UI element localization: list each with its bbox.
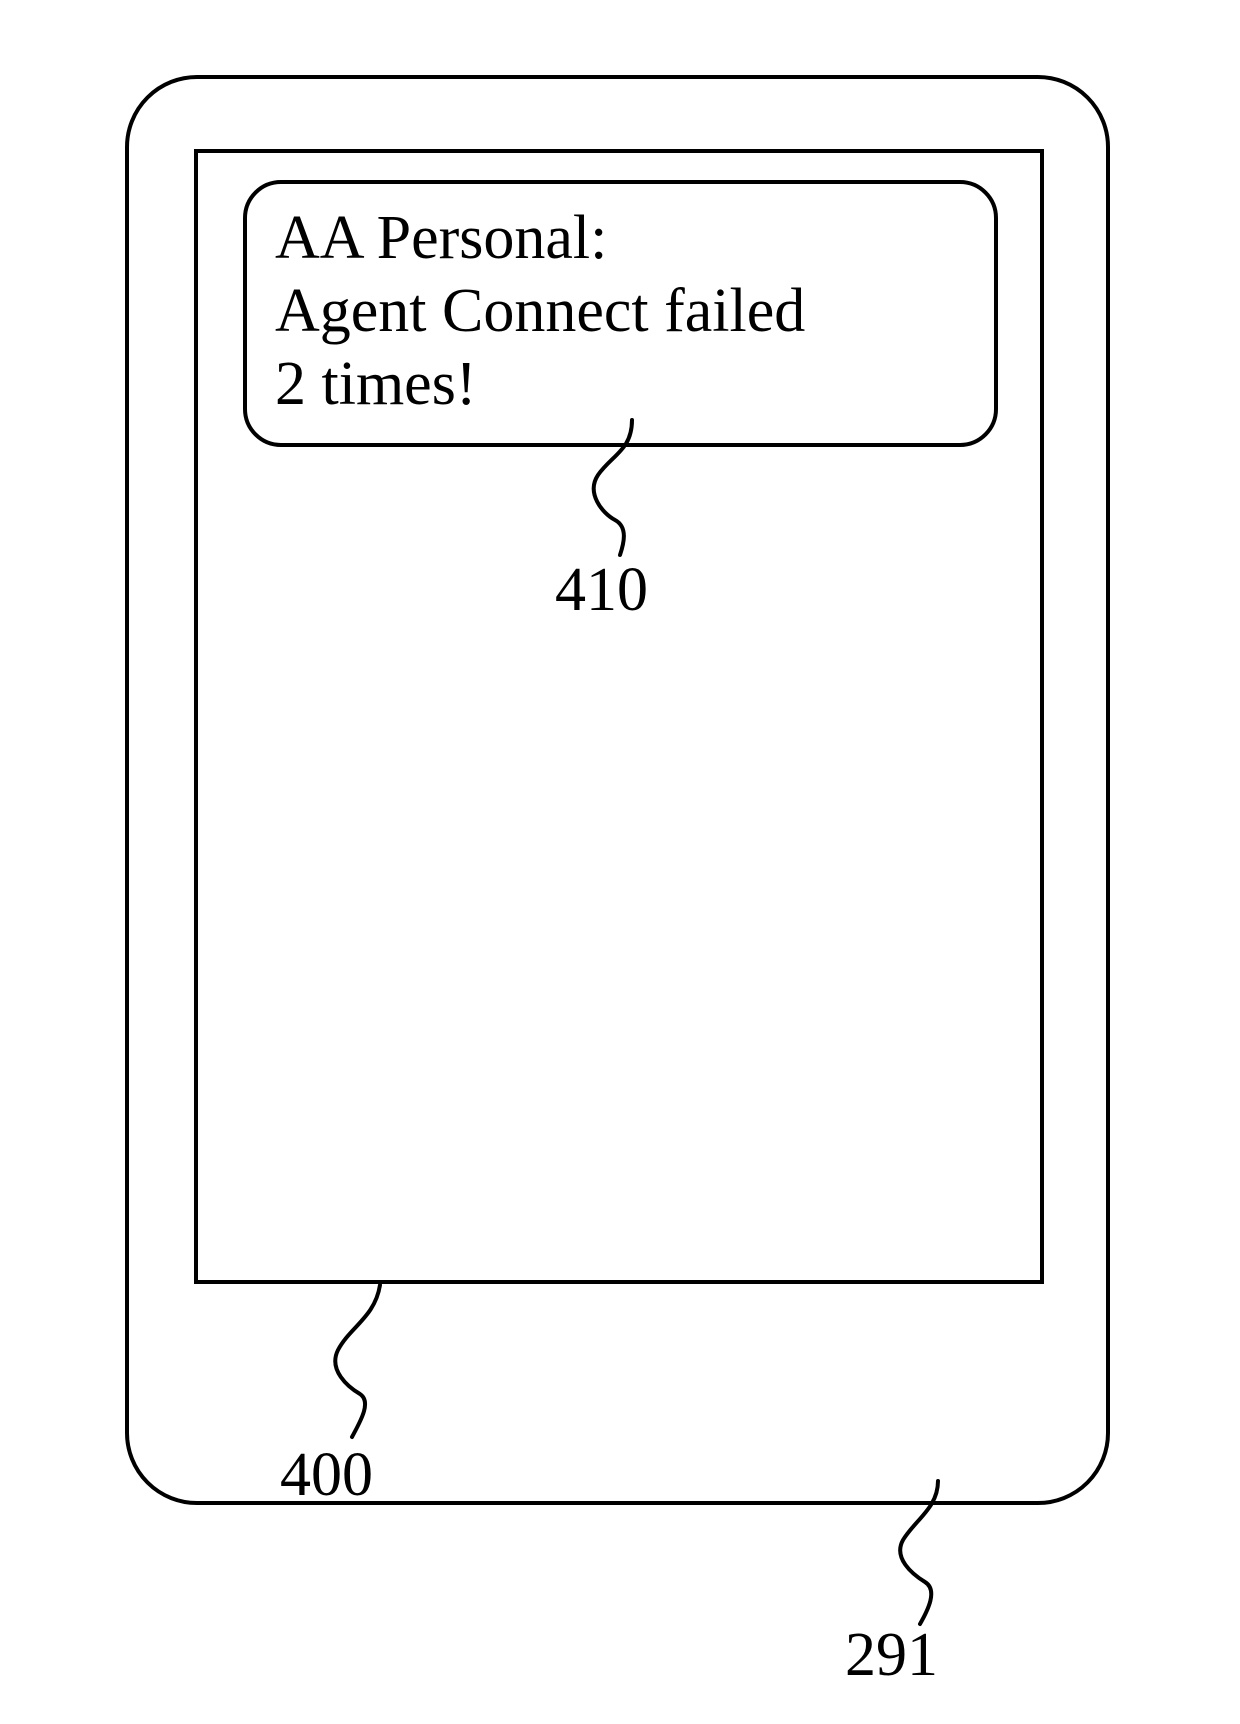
ref-label-291: 291: [845, 1620, 938, 1691]
notification-text: AA Personal: Agent Connect failed 2 time…: [275, 202, 966, 421]
notification-line1: AA Personal:: [275, 204, 607, 272]
notification-line3: 2 times!: [275, 350, 476, 418]
device-body: AA Personal: Agent Connect failed 2 time…: [125, 75, 1110, 1505]
patent-figure: AA Personal: Agent Connect failed 2 time…: [0, 0, 1240, 1724]
ref-label-400: 400: [280, 1440, 373, 1511]
ref-label-410: 410: [555, 555, 648, 626]
notification-line2: Agent Connect failed: [275, 277, 805, 345]
device-screen: AA Personal: Agent Connect failed 2 time…: [194, 149, 1044, 1284]
notification-bubble: AA Personal: Agent Connect failed 2 time…: [243, 180, 998, 447]
